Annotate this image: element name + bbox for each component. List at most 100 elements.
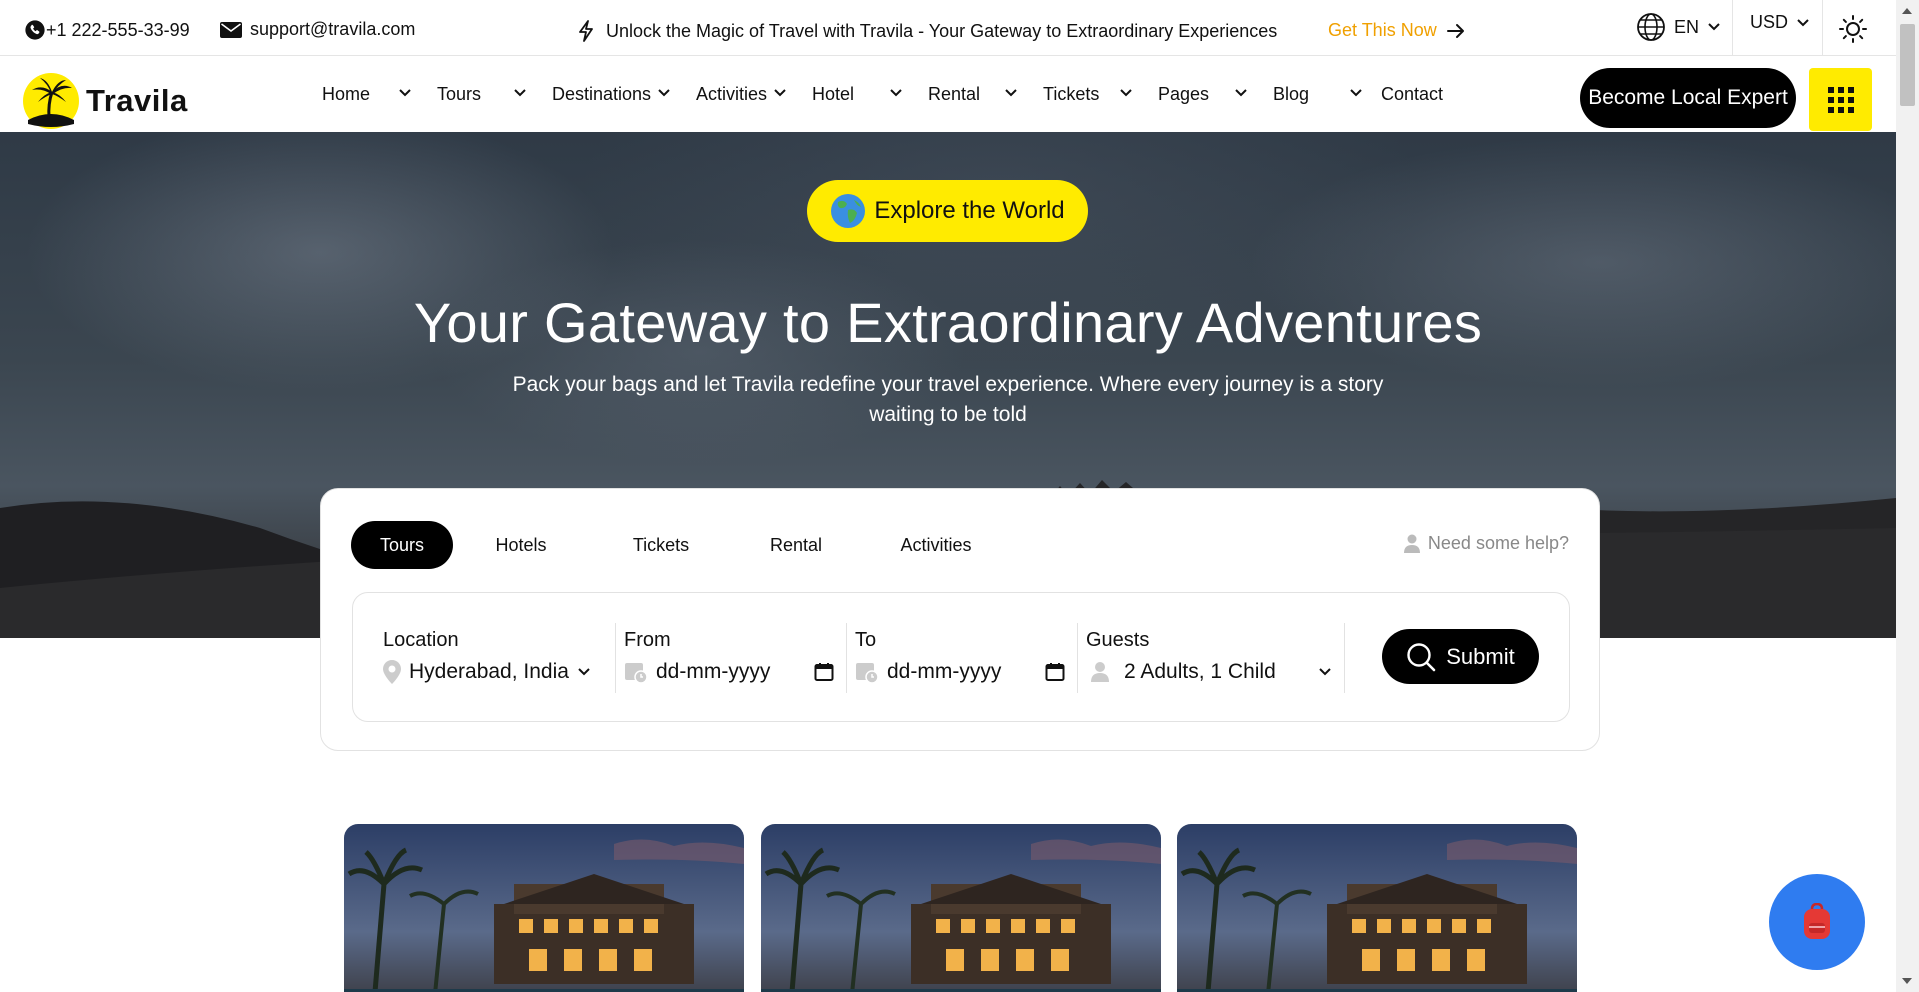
brand-name: Travila (86, 83, 188, 118)
cta-label: Get This Now (1328, 20, 1437, 40)
earth-globe-icon (831, 194, 866, 228)
nav-item-contact[interactable]: Contact (1381, 84, 1443, 105)
guests-field[interactable]: Guests 2 Adults, 1 Child (1086, 629, 1332, 684)
to-date-field[interactable]: To dd-mm-yyyy (855, 629, 1065, 684)
listing-card-image[interactable] (761, 824, 1161, 992)
map-pin-icon (383, 660, 401, 684)
nav-item-hotel[interactable]: Hotel (812, 84, 854, 105)
nav-item-home[interactable]: Home (322, 84, 370, 105)
nav-item-rental[interactable]: Rental (928, 84, 980, 105)
nav-label: Tickets (1043, 84, 1100, 104)
language-value: EN (1674, 16, 1700, 37)
mail-icon (220, 21, 242, 38)
resort-photo (344, 824, 744, 992)
location-field[interactable]: Location Hyderabad, India (383, 629, 591, 684)
nav-item-tours[interactable]: Tours (437, 84, 481, 105)
tab-rental[interactable]: Rental (746, 521, 846, 569)
phone-contact[interactable]: +1 222-555-33-99 (24, 19, 190, 41)
email-contact[interactable]: support@travila.com (220, 19, 415, 40)
theme-toggle[interactable] (1838, 14, 1868, 44)
submit-label: Submit (1446, 643, 1515, 669)
chevron-down-icon[interactable] (398, 88, 412, 98)
nav-label: Home (322, 84, 371, 104)
chevron-down-icon[interactable] (657, 88, 671, 98)
guests-value: 2 Adults, 1 Child (1124, 660, 1276, 683)
calendar-icon[interactable] (814, 662, 834, 682)
search-form: Location Hyderabad, India From dd-mm-yyy… (352, 592, 1570, 722)
become-local-expert-button[interactable]: Become Local Expert (1580, 68, 1796, 128)
palm-tree-logo-icon (23, 73, 79, 129)
chevron-down-icon[interactable] (1234, 88, 1248, 98)
divider (1344, 623, 1345, 693)
listing-card-image[interactable] (344, 824, 744, 992)
nav-item-blog[interactable]: Blog (1273, 84, 1309, 105)
divider (1077, 623, 1078, 693)
get-this-now-link[interactable]: Get This Now (1328, 20, 1465, 41)
divider (615, 623, 616, 693)
page-scrollbar[interactable] (1896, 0, 1919, 992)
phone-icon (25, 20, 45, 40)
tab-hotels[interactable]: Hotels (471, 521, 571, 569)
location-value: Hyderabad, India (409, 660, 569, 683)
user-icon (1091, 662, 1109, 682)
chevron-down-icon[interactable] (1004, 88, 1018, 98)
from-date-field[interactable]: From dd-mm-yyyy (624, 629, 834, 684)
tab-activities[interactable]: Activities (881, 521, 991, 569)
globe-icon (1637, 13, 1665, 41)
email-address: support@travila.com (250, 19, 416, 39)
explore-the-world-badge[interactable]: Explore the World (807, 180, 1088, 242)
need-help-link[interactable]: Need some help? (1403, 533, 1569, 554)
resort-photo (761, 824, 1161, 992)
chevron-down-icon[interactable] (773, 88, 787, 98)
divider (846, 623, 847, 693)
help-label: Need some help? (1427, 533, 1569, 553)
to-date-input: dd-mm-yyyy (887, 660, 1002, 683)
currency-selector[interactable]: USD (1750, 12, 1810, 33)
language-selector[interactable]: EN (1636, 12, 1721, 42)
location-label: Location (383, 629, 459, 651)
search-panel: Tours Hotels Tickets Rental Activities N… (320, 488, 1600, 751)
from-label: From (624, 629, 671, 651)
user-icon (1403, 534, 1420, 553)
chevron-down-icon[interactable] (513, 88, 527, 98)
resort-photo (1177, 824, 1577, 992)
nav-item-activities[interactable]: Activities (696, 84, 767, 105)
search-icon (1407, 642, 1436, 671)
chevron-down-icon (1708, 23, 1720, 31)
apps-menu-button[interactable] (1809, 68, 1872, 131)
nav-item-tickets[interactable]: Tickets (1043, 84, 1099, 105)
lightning-icon (579, 20, 593, 42)
nav-item-pages[interactable]: Pages (1158, 84, 1209, 105)
scroll-down-arrow[interactable] (1902, 978, 1912, 984)
currency-value: USD (1750, 12, 1789, 32)
tab-tours[interactable]: Tours (351, 521, 453, 569)
brand-logo[interactable]: Travila (22, 72, 188, 130)
top-bar: +1 222-555-33-99 support@travila.com Unl… (0, 0, 1896, 56)
scroll-thumb[interactable] (1900, 24, 1915, 106)
nav-item-destinations[interactable]: Destinations (552, 84, 651, 105)
chevron-down-icon[interactable] (889, 88, 903, 98)
divider (1822, 0, 1823, 56)
hero-title: Your Gateway to Extraordinary Adventures (413, 291, 1483, 354)
chevron-down-icon[interactable] (1349, 88, 1363, 98)
arrow-right-icon (1446, 23, 1464, 38)
promo-banner: Unlock the Magic of Travel with Travila … (578, 20, 1277, 42)
to-label: To (855, 629, 877, 651)
backpack-icon (1804, 903, 1830, 939)
calendar-clock-icon (856, 663, 879, 684)
guests-label: Guests (1086, 629, 1150, 651)
phone-number: +1 222-555-33-99 (46, 19, 190, 40)
listing-card-image[interactable] (1177, 824, 1577, 992)
calendar-icon[interactable] (1045, 662, 1065, 682)
submit-button[interactable]: Submit (1382, 629, 1539, 684)
floating-backpack-button[interactable] (1769, 874, 1865, 970)
divider (1732, 0, 1733, 56)
chevron-down-icon[interactable] (1119, 88, 1133, 98)
hero-subtitle: Pack your bags and let Travila redefine … (512, 373, 1384, 426)
nav-label: Activities (696, 84, 768, 104)
badge-label: Explore the World (874, 197, 1065, 224)
from-date-input: dd-mm-yyyy (656, 660, 771, 683)
chevron-down-icon (578, 668, 590, 676)
scroll-up-arrow[interactable] (1902, 8, 1912, 14)
tab-tickets[interactable]: Tickets (611, 521, 711, 569)
